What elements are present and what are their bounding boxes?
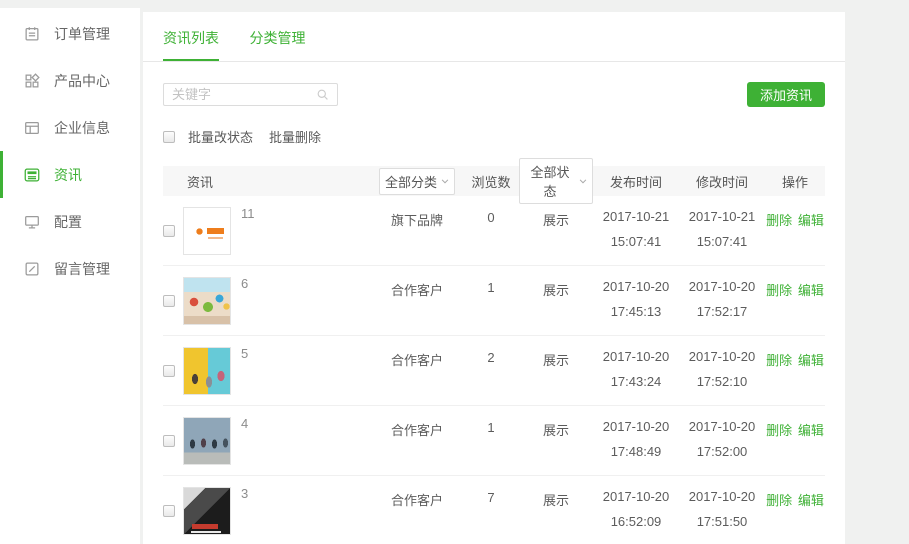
search-input[interactable] bbox=[172, 87, 316, 102]
search-icon bbox=[316, 88, 329, 101]
delete-link[interactable]: 删除 bbox=[766, 213, 792, 228]
modify-time: 2017-10-20 17:52:10 bbox=[679, 336, 765, 405]
delete-link[interactable]: 删除 bbox=[766, 283, 792, 298]
config-icon bbox=[23, 213, 41, 231]
publish-time: 2017-10-20 17:45:13 bbox=[593, 266, 679, 335]
news-thumbnail bbox=[183, 207, 231, 255]
edit-link[interactable]: 编辑 bbox=[798, 213, 824, 228]
messages-icon bbox=[23, 260, 41, 278]
modify-time: 2017-10-20 17:51:50 bbox=[679, 476, 765, 544]
news-status: 展示 bbox=[519, 406, 593, 475]
news-category: 旗下品牌 bbox=[371, 196, 463, 265]
news-views: 7 bbox=[463, 476, 519, 544]
news-category: 合作客户 bbox=[371, 476, 463, 544]
content-panel: 资讯列表 分类管理 添加资讯 批量改状态 批量删除 资讯 全部分类 bbox=[143, 12, 845, 544]
tab-news-list[interactable]: 资讯列表 bbox=[163, 28, 219, 61]
header-news: 资讯 bbox=[183, 172, 371, 191]
sidebar-item-config[interactable]: 配置 bbox=[0, 198, 140, 245]
news-thumbnail bbox=[183, 417, 231, 465]
row-checkbox[interactable] bbox=[163, 505, 175, 517]
table-row: 3 合作客户 7 展示 2017-10-20 16:52:09 2017-10-… bbox=[163, 476, 825, 544]
header-modify-time: 修改时间 bbox=[679, 172, 765, 191]
sidebar-item-products[interactable]: 产品中心 bbox=[0, 57, 140, 104]
publish-time: 2017-10-20 17:43:24 bbox=[593, 336, 679, 405]
news-status: 展示 bbox=[519, 196, 593, 265]
edit-link[interactable]: 编辑 bbox=[798, 423, 824, 438]
delete-link[interactable]: 删除 bbox=[766, 493, 792, 508]
news-category: 合作客户 bbox=[371, 406, 463, 475]
news-views: 1 bbox=[463, 266, 519, 335]
batch-actions-bar: 批量改状态 批量删除 bbox=[163, 127, 825, 146]
news-title: 11 bbox=[241, 196, 371, 265]
table-row: 5 合作客户 2 展示 2017-10-20 17:43:24 2017-10-… bbox=[163, 336, 825, 406]
sidebar: 订单管理 产品中心 企业信息 资讯 配置 留言管理 bbox=[0, 8, 140, 544]
news-category: 合作客户 bbox=[371, 336, 463, 405]
edit-link[interactable]: 编辑 bbox=[798, 493, 824, 508]
publish-time: 2017-10-21 15:07:41 bbox=[593, 196, 679, 265]
batch-delete-button[interactable]: 批量删除 bbox=[269, 127, 321, 146]
tab-bar: 资讯列表 分类管理 bbox=[143, 12, 845, 62]
table-row: 6 合作客户 1 展示 2017-10-20 17:45:13 2017-10-… bbox=[163, 266, 825, 336]
sidebar-item-company[interactable]: 企业信息 bbox=[0, 104, 140, 151]
table-row: 4 合作客户 1 展示 2017-10-20 17:48:49 2017-10-… bbox=[163, 406, 825, 476]
news-table: 资讯 全部分类 浏览数 全部状态 发布时间 修改时间 bbox=[163, 166, 825, 544]
news-views: 0 bbox=[463, 196, 519, 265]
chevron-down-icon bbox=[579, 179, 587, 184]
publish-time: 2017-10-20 17:48:49 bbox=[593, 406, 679, 475]
add-news-button[interactable]: 添加资讯 bbox=[747, 82, 825, 107]
delete-link[interactable]: 删除 bbox=[766, 423, 792, 438]
products-icon bbox=[23, 72, 41, 90]
modify-time: 2017-10-20 17:52:17 bbox=[679, 266, 765, 335]
toolbar: 添加资讯 bbox=[163, 82, 825, 107]
sidebar-item-label: 产品中心 bbox=[54, 71, 110, 91]
category-filter-dropdown[interactable]: 全部分类 bbox=[379, 168, 455, 195]
table-header: 资讯 全部分类 浏览数 全部状态 发布时间 修改时间 bbox=[163, 166, 825, 196]
tab-category-management[interactable]: 分类管理 bbox=[249, 28, 305, 59]
sidebar-item-news[interactable]: 资讯 bbox=[0, 151, 140, 198]
news-views: 2 bbox=[463, 336, 519, 405]
select-all-checkbox[interactable] bbox=[163, 131, 175, 143]
sidebar-item-label: 企业信息 bbox=[54, 118, 110, 138]
sidebar-item-label: 资讯 bbox=[54, 165, 82, 185]
news-status: 展示 bbox=[519, 266, 593, 335]
news-title: 4 bbox=[241, 406, 371, 475]
news-category: 合作客户 bbox=[371, 266, 463, 335]
modify-time: 2017-10-20 17:52:00 bbox=[679, 406, 765, 475]
company-icon bbox=[23, 119, 41, 137]
header-views: 浏览数 bbox=[463, 172, 519, 191]
publish-time: 2017-10-20 16:52:09 bbox=[593, 476, 679, 544]
row-checkbox[interactable] bbox=[163, 225, 175, 237]
sidebar-item-messages[interactable]: 留言管理 bbox=[0, 245, 140, 292]
news-title: 5 bbox=[241, 336, 371, 405]
news-thumbnail bbox=[183, 347, 231, 395]
sidebar-item-orders[interactable]: 订单管理 bbox=[0, 10, 140, 57]
news-thumbnail bbox=[183, 487, 231, 535]
table-row: 11 旗下品牌 0 展示 2017-10-21 15:07:41 2017-10… bbox=[163, 196, 825, 266]
news-views: 1 bbox=[463, 406, 519, 475]
sidebar-item-label: 留言管理 bbox=[54, 259, 110, 279]
news-thumbnail bbox=[183, 277, 231, 325]
chevron-down-icon bbox=[441, 179, 449, 184]
header-publish-time: 发布时间 bbox=[593, 172, 679, 191]
row-checkbox[interactable] bbox=[163, 435, 175, 447]
row-checkbox[interactable] bbox=[163, 295, 175, 307]
search-box bbox=[163, 83, 338, 106]
sidebar-item-label: 订单管理 bbox=[54, 24, 110, 44]
edit-link[interactable]: 编辑 bbox=[798, 283, 824, 298]
row-checkbox[interactable] bbox=[163, 365, 175, 377]
news-status: 展示 bbox=[519, 336, 593, 405]
modify-time: 2017-10-21 15:07:41 bbox=[679, 196, 765, 265]
batch-change-status-button[interactable]: 批量改状态 bbox=[188, 127, 253, 146]
news-title: 3 bbox=[241, 476, 371, 544]
edit-link[interactable]: 编辑 bbox=[798, 353, 824, 368]
sidebar-item-label: 配置 bbox=[54, 212, 82, 232]
news-icon bbox=[23, 166, 41, 184]
order-icon bbox=[23, 25, 41, 43]
news-status: 展示 bbox=[519, 476, 593, 544]
delete-link[interactable]: 删除 bbox=[766, 353, 792, 368]
news-title: 6 bbox=[241, 266, 371, 335]
header-actions: 操作 bbox=[765, 172, 825, 191]
